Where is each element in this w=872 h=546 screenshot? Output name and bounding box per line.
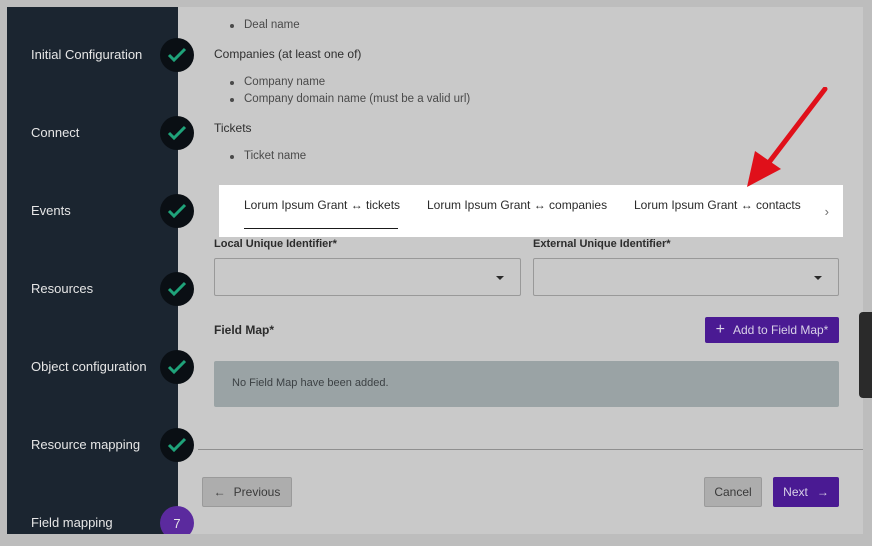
main-content: Deal name Companies (at least one of) Co… xyxy=(178,7,863,534)
field-map-empty-state: No Field Map have been added. xyxy=(214,361,839,407)
step-label: Field mapping xyxy=(31,515,113,530)
step-resources[interactable]: Resources xyxy=(7,272,207,306)
step-initial-configuration[interactable]: Initial Configuration xyxy=(7,38,207,72)
annotation-arrow-icon xyxy=(747,87,828,187)
field-map-label: Field Map* xyxy=(214,323,275,337)
button-label: Add to Field Map* xyxy=(732,323,829,337)
caret-down-icon xyxy=(496,276,504,280)
button-label: Previous xyxy=(233,485,281,499)
caret-down-icon xyxy=(814,276,822,280)
add-to-field-map-button[interactable]: + Add to Field Map* xyxy=(705,317,839,343)
tab-contacts[interactable]: Lorum Ipsum Grant ↔ contacts xyxy=(634,198,801,212)
feedback-side-tab[interactable] xyxy=(859,312,872,398)
plus-icon: + xyxy=(715,321,725,338)
local-uid-label: Local Unique Identifier* xyxy=(214,238,337,250)
active-tab-indicator xyxy=(244,228,398,229)
list-item: Deal name xyxy=(230,19,300,31)
steps-sidebar: Initial Configuration Connect Events Res… xyxy=(7,7,194,534)
previous-button[interactable]: ← Previous xyxy=(202,477,292,507)
list-item: Company domain name (must be a valid url… xyxy=(229,93,471,105)
button-label: Cancel xyxy=(714,485,752,499)
step-connect[interactable]: Connect xyxy=(7,116,207,150)
step-label: Resource mapping xyxy=(31,437,141,452)
tickets-heading: Tickets xyxy=(214,121,252,135)
step-resource-mapping[interactable]: Resource mapping xyxy=(7,428,207,462)
button-label: Next xyxy=(783,485,808,499)
step-label: Initial Configuration xyxy=(31,47,143,62)
step-label: Object configuration xyxy=(31,359,147,374)
step-events[interactable]: Events xyxy=(7,194,207,228)
arrow-right-icon: → xyxy=(816,485,829,499)
footer-divider xyxy=(198,449,863,450)
setup-modal: Initial Configuration Connect Events Res… xyxy=(7,7,863,534)
step-label: Connect xyxy=(31,125,80,140)
step-label: Events xyxy=(31,203,71,218)
external-uid-label: External Unique Identifier* xyxy=(533,238,671,250)
empty-state-text: No Field Map have been added. xyxy=(232,377,389,389)
step-field-mapping[interactable]: Field mapping 7 xyxy=(7,506,207,534)
step-object-configuration[interactable]: Object configuration xyxy=(7,350,207,384)
tab-companies[interactable]: Lorum Ipsum Grant ↔ companies xyxy=(427,198,607,212)
next-button[interactable]: Next → xyxy=(773,477,839,507)
list-item: Company name xyxy=(229,76,326,88)
companies-heading: Companies (at least one of) xyxy=(214,47,362,61)
list-item: Ticket name xyxy=(229,150,307,162)
external-uid-select[interactable] xyxy=(533,258,839,296)
chevron-right-icon[interactable]: › xyxy=(825,204,829,219)
step-label: Resources xyxy=(31,281,94,296)
tab-tickets[interactable]: Lorum Ipsum Grant ↔ tickets xyxy=(244,198,400,212)
cancel-button[interactable]: Cancel xyxy=(704,477,762,507)
arrow-left-icon: ← xyxy=(213,485,226,499)
local-uid-select[interactable] xyxy=(214,258,521,296)
